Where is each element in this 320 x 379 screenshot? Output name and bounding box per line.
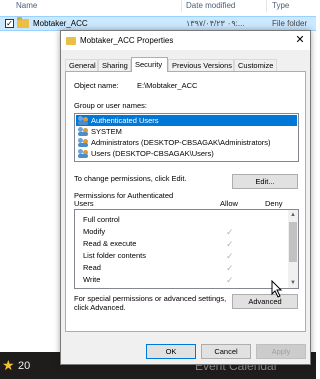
permissions-list[interactable]: Full control Modify ✓ Read & execute ✓ L… bbox=[74, 209, 299, 289]
dialog-title: Mobtaker_ACC Properties bbox=[80, 36, 174, 45]
group-item-users[interactable]: Users (DESKTOP-CBSAGAK\Users) bbox=[76, 148, 297, 159]
permission-name: Read bbox=[83, 263, 101, 272]
column-divider[interactable] bbox=[181, 0, 182, 12]
permission-row: Full control bbox=[83, 214, 278, 226]
change-permissions-text: To change permissions, click Edit. bbox=[74, 174, 187, 183]
advanced-button[interactable]: Advanced bbox=[232, 294, 298, 309]
allow-check-icon: ✓ bbox=[226, 251, 234, 261]
tab-sharing[interactable]: Sharing bbox=[98, 59, 131, 71]
allow-column-header: Allow bbox=[220, 199, 238, 208]
security-panel: Object name: E:\Mobtaker_ACC Group or us… bbox=[65, 71, 306, 332]
group-item-label: Authenticated Users bbox=[91, 116, 159, 125]
properties-dialog: Mobtaker_ACC Properties ✕ General Sharin… bbox=[60, 30, 311, 365]
title-bar[interactable]: Mobtaker_ACC Properties ✕ bbox=[61, 31, 310, 50]
allow-check-icon: ✓ bbox=[226, 275, 234, 285]
name-column-header[interactable]: Name bbox=[16, 0, 37, 13]
object-name-label: Object name: bbox=[74, 81, 119, 90]
group-item-label: Administrators (DESKTOP-CBSAGAK\Administ… bbox=[91, 138, 271, 147]
permission-name: Modify bbox=[83, 227, 106, 236]
cancel-button[interactable]: Cancel bbox=[201, 344, 251, 359]
users-icon bbox=[78, 127, 89, 136]
edit-button[interactable]: Edit... bbox=[232, 174, 298, 189]
allow-check-icon: ✓ bbox=[226, 227, 234, 237]
tab-general[interactable]: General bbox=[65, 59, 98, 71]
permission-name: Read & execute bbox=[83, 239, 137, 248]
permission-row: Read & execute ✓ bbox=[83, 238, 278, 250]
advanced-settings-text-2: click Advanced. bbox=[74, 303, 126, 312]
users-icon bbox=[78, 116, 89, 125]
folder-icon bbox=[17, 17, 29, 28]
permission-name: List folder contents bbox=[83, 251, 146, 260]
users-icon bbox=[78, 149, 89, 158]
allow-check-icon: ✓ bbox=[226, 263, 234, 273]
apply-button[interactable]: Apply bbox=[256, 344, 306, 359]
permissions-for-label-user: Users bbox=[74, 199, 94, 208]
group-item-label: SYSTEM bbox=[91, 127, 122, 136]
tab-security[interactable]: Security bbox=[131, 57, 168, 72]
file-row[interactable]: ✓ Mobtaker_ACC ۱۳۹۷/۰۴/۲۳ ۰۹:... File fo… bbox=[0, 16, 316, 31]
file-date: ۱۳۹۷/۰۴/۲۳ ۰۹:... bbox=[186, 19, 245, 28]
tab-previous-versions[interactable]: Previous Versions bbox=[168, 59, 234, 71]
file-type: File folder bbox=[272, 19, 308, 28]
ok-button[interactable]: OK bbox=[146, 344, 196, 359]
permission-name: Full control bbox=[83, 215, 120, 224]
scroll-thumb[interactable] bbox=[289, 222, 297, 262]
star-icon[interactable]: ★ bbox=[2, 357, 15, 373]
group-list-label: Group or user names: bbox=[74, 101, 147, 110]
file-name: Mobtaker_ACC bbox=[33, 19, 88, 28]
row-checkbox[interactable]: ✓ bbox=[5, 19, 14, 28]
taskbar-count: 20 bbox=[18, 360, 31, 372]
permission-row: Modify ✓ bbox=[83, 226, 278, 238]
group-item-system[interactable]: SYSTEM bbox=[76, 126, 297, 137]
close-icon[interactable]: ✕ bbox=[293, 33, 307, 47]
group-item-administrators[interactable]: Administrators (DESKTOP-CBSAGAK\Administ… bbox=[76, 137, 297, 148]
group-item-label: Users (DESKTOP-CBSAGAK\Users) bbox=[91, 149, 214, 158]
date-column-header[interactable]: Date modified bbox=[186, 0, 235, 13]
scroll-down-icon[interactable]: ▼ bbox=[288, 278, 298, 288]
object-name-value: E:\Mobtaker_ACC bbox=[137, 81, 198, 90]
folder-icon bbox=[66, 37, 76, 45]
permission-name: Write bbox=[83, 275, 101, 284]
column-divider[interactable] bbox=[266, 0, 267, 12]
users-icon bbox=[78, 138, 89, 147]
group-list[interactable]: Authenticated Users SYSTEM Administrator… bbox=[74, 113, 299, 162]
mouse-cursor-icon bbox=[271, 280, 283, 298]
deny-column-header: Deny bbox=[265, 199, 283, 208]
tab-customize[interactable]: Customize bbox=[234, 59, 277, 71]
allow-check-icon: ✓ bbox=[226, 239, 234, 249]
permission-row: Write ✓ bbox=[83, 274, 278, 286]
permissions-scrollbar[interactable]: ▲ ▼ bbox=[288, 210, 298, 288]
scroll-up-icon[interactable]: ▲ bbox=[288, 210, 298, 220]
permission-row: List folder contents ✓ bbox=[83, 250, 278, 262]
group-item-authenticated-users[interactable]: Authenticated Users bbox=[76, 115, 297, 126]
permission-row: Read ✓ bbox=[83, 262, 278, 274]
type-column-header[interactable]: Type bbox=[272, 0, 289, 13]
